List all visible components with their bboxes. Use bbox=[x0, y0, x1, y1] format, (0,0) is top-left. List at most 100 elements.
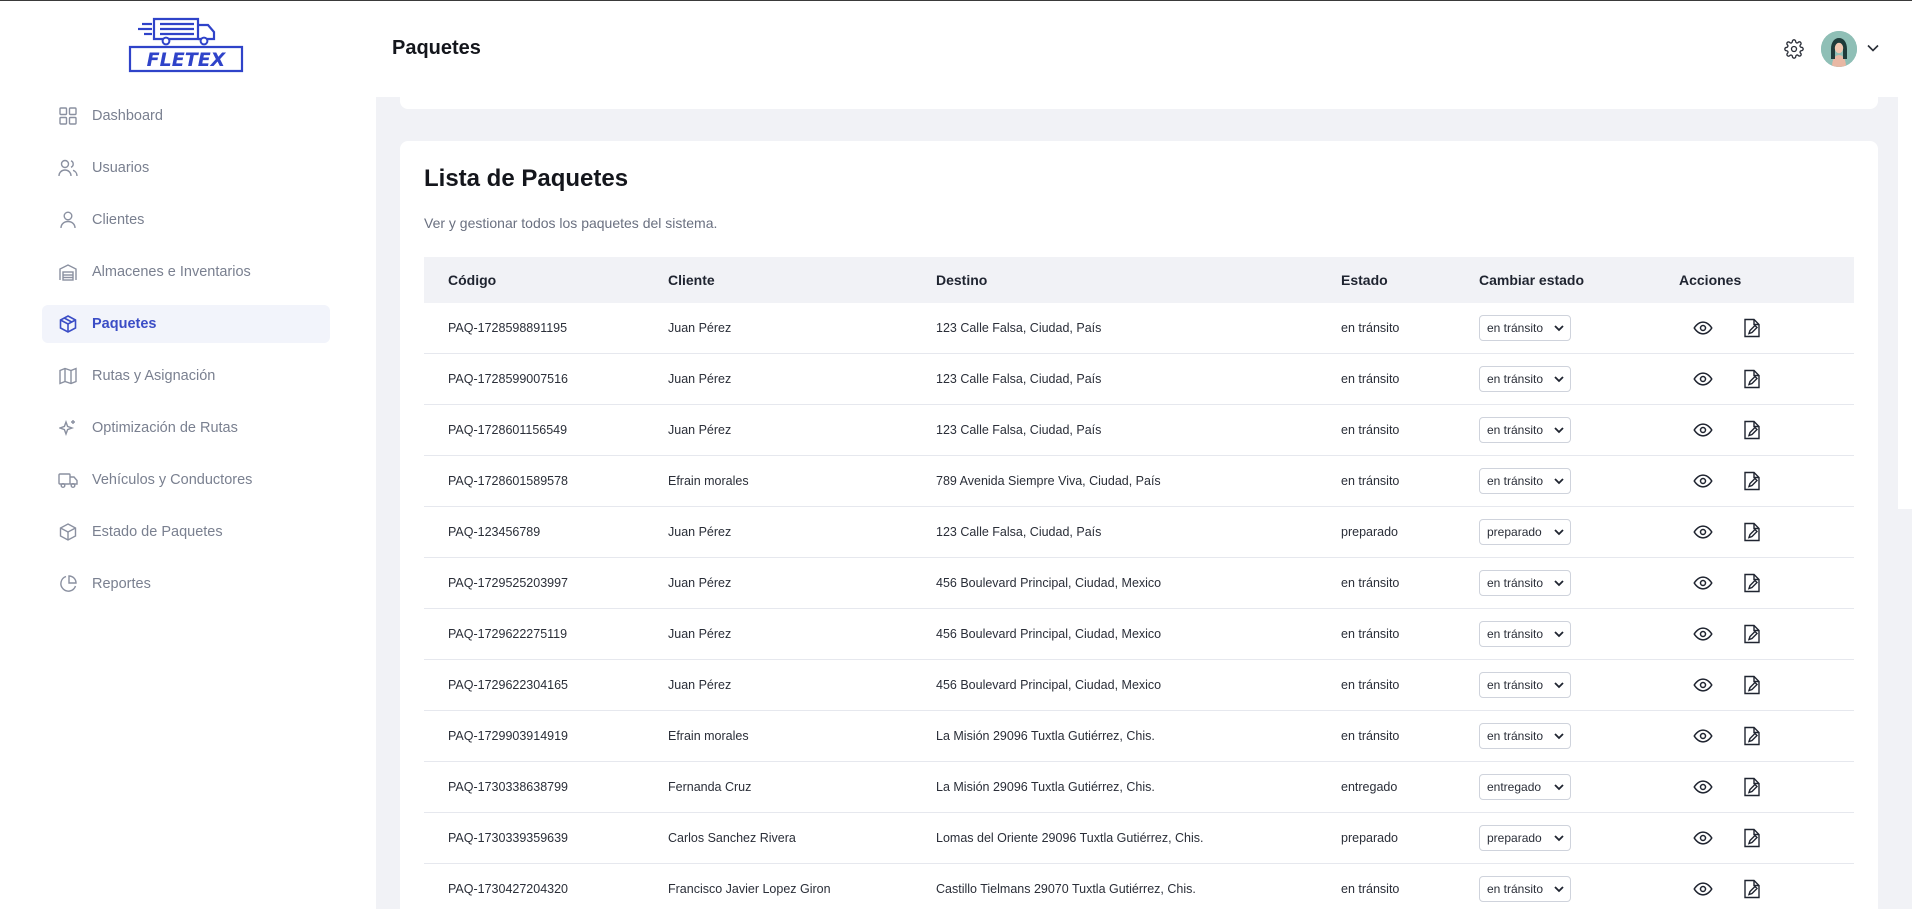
sidebar-item-vehiculos[interactable]: Vehículos y Conductores bbox=[42, 461, 330, 499]
status-select-value: en tránsito bbox=[1487, 474, 1544, 488]
status-select-value: en tránsito bbox=[1487, 372, 1544, 386]
edit-document-icon[interactable] bbox=[1743, 726, 1761, 746]
eye-icon[interactable] bbox=[1693, 471, 1713, 491]
sidebar-item-optimizacion[interactable]: Optimización de Rutas bbox=[42, 409, 330, 447]
sidebar-item-estado-paquetes[interactable]: Estado de Paquetes bbox=[42, 513, 330, 551]
sidebar-item-label: Optimización de Rutas bbox=[92, 420, 238, 436]
table-row: PAQ-1729903914919 Efrain morales La Misión… bbox=[424, 711, 1854, 762]
status-select-value: preparado bbox=[1487, 831, 1542, 845]
cell-cambiar-estado: en tránsito bbox=[1455, 417, 1655, 443]
edit-document-icon[interactable] bbox=[1743, 777, 1761, 797]
cell-cambiar-estado: en tránsito bbox=[1455, 570, 1655, 596]
eye-icon[interactable] bbox=[1693, 573, 1713, 593]
cell-cambiar-estado: en tránsito bbox=[1455, 876, 1655, 902]
cell-cliente: Juan Pérez bbox=[668, 525, 732, 539]
eye-icon[interactable] bbox=[1693, 522, 1713, 542]
select-chevron-icon bbox=[1554, 528, 1564, 536]
select-chevron-icon bbox=[1554, 324, 1564, 332]
cell-destino: Castillo Tielmans 29070 Tuxtla Gutiérrez… bbox=[936, 882, 1196, 896]
cell-destino: 789 Avenida Siempre Viva, Ciudad, País bbox=[936, 474, 1161, 488]
eye-icon[interactable] bbox=[1693, 777, 1713, 797]
cell-estado: en tránsito bbox=[1341, 372, 1400, 386]
eye-icon[interactable] bbox=[1693, 420, 1713, 440]
status-select-value: en tránsito bbox=[1487, 321, 1544, 335]
eye-icon[interactable] bbox=[1693, 318, 1713, 338]
edit-document-icon[interactable] bbox=[1743, 828, 1761, 848]
table-row: PAQ-123456789 Juan Pérez 123 Calle Falsa, … bbox=[424, 507, 1854, 558]
sidebar-item-paquetes[interactable]: Paquetes bbox=[42, 305, 330, 343]
sidebar-item-label: Estado de Paquetes bbox=[92, 524, 223, 540]
avatar[interactable] bbox=[1821, 31, 1857, 67]
sidebar-nav: Dashboard Usuarios Clientes Almacenes e … bbox=[42, 97, 330, 617]
eye-icon[interactable] bbox=[1693, 624, 1713, 644]
cell-cambiar-estado: preparado bbox=[1455, 825, 1655, 851]
table-row: PAQ-1730338638799 Fernanda Cruz La Misión … bbox=[424, 762, 1854, 813]
eye-icon[interactable] bbox=[1693, 675, 1713, 695]
status-select-value: en tránsito bbox=[1487, 678, 1544, 692]
eye-icon[interactable] bbox=[1693, 828, 1713, 848]
cell-estado: en tránsito bbox=[1341, 627, 1400, 641]
status-select[interactable]: en tránsito bbox=[1479, 723, 1571, 749]
cell-estado: en tránsito bbox=[1341, 882, 1400, 896]
cell-estado: en tránsito bbox=[1341, 729, 1400, 743]
sidebar-item-clientes[interactable]: Clientes bbox=[42, 201, 330, 239]
cell-cliente: Juan Pérez bbox=[668, 627, 732, 641]
status-select-value: en tránsito bbox=[1487, 729, 1544, 743]
select-chevron-icon bbox=[1554, 477, 1564, 485]
select-chevron-icon bbox=[1554, 783, 1564, 791]
edit-document-icon[interactable] bbox=[1743, 369, 1761, 389]
status-select[interactable]: preparado bbox=[1479, 825, 1571, 851]
gear-icon[interactable] bbox=[1784, 39, 1804, 59]
cell-acciones bbox=[1655, 828, 1854, 848]
eye-icon[interactable] bbox=[1693, 879, 1713, 899]
eye-icon[interactable] bbox=[1693, 726, 1713, 746]
sidebar-item-almacenes[interactable]: Almacenes e Inventarios bbox=[42, 253, 330, 291]
chevron-down-icon[interactable] bbox=[1866, 41, 1880, 55]
sidebar-item-usuarios[interactable]: Usuarios bbox=[42, 149, 330, 187]
cell-destino: Lomas del Oriente 29096 Tuxtla Gutiérrez… bbox=[936, 831, 1204, 845]
cell-codigo: PAQ-1728599007516 bbox=[448, 372, 569, 386]
cell-cliente: Juan Pérez bbox=[668, 678, 732, 692]
status-select[interactable]: preparado bbox=[1479, 519, 1571, 545]
sidebar-item-rutas[interactable]: Rutas y Asignación bbox=[42, 357, 330, 395]
previous-card-edge bbox=[400, 85, 1878, 109]
fletex-logo[interactable]: FLETEX bbox=[128, 15, 244, 73]
status-select[interactable]: en tránsito bbox=[1479, 672, 1571, 698]
cell-estado: en tránsito bbox=[1341, 321, 1400, 335]
main-area: Paquetes Lista de Paquetes Ver y gestion… bbox=[376, 1, 1912, 909]
select-chevron-icon bbox=[1554, 579, 1564, 587]
select-chevron-icon bbox=[1554, 885, 1564, 893]
cell-acciones bbox=[1655, 420, 1854, 440]
edit-document-icon[interactable] bbox=[1743, 318, 1761, 338]
column-header-cambiar-estado: Cambiar estado bbox=[1479, 272, 1585, 288]
eye-icon[interactable] bbox=[1693, 369, 1713, 389]
edit-document-icon[interactable] bbox=[1743, 522, 1761, 542]
status-select[interactable]: en tránsito bbox=[1479, 468, 1571, 494]
status-select[interactable]: en tránsito bbox=[1479, 315, 1571, 341]
edit-document-icon[interactable] bbox=[1743, 879, 1761, 899]
edit-document-icon[interactable] bbox=[1743, 420, 1761, 440]
packages-table: Código Cliente Destino Estado Cambiar es… bbox=[424, 257, 1854, 909]
cell-codigo: PAQ-1730427204320 bbox=[448, 882, 569, 896]
sidebar-item-dashboard[interactable]: Dashboard bbox=[42, 97, 330, 135]
edit-document-icon[interactable] bbox=[1743, 573, 1761, 593]
status-select[interactable]: en tránsito bbox=[1479, 621, 1571, 647]
cell-acciones bbox=[1655, 471, 1854, 491]
status-select-value: en tránsito bbox=[1487, 627, 1544, 641]
edit-document-icon[interactable] bbox=[1743, 624, 1761, 644]
cell-codigo: PAQ-1730339359639 bbox=[448, 831, 569, 845]
edit-document-icon[interactable] bbox=[1743, 675, 1761, 695]
cell-acciones bbox=[1655, 624, 1854, 644]
status-select[interactable]: en tránsito bbox=[1479, 570, 1571, 596]
sparkles-icon bbox=[58, 418, 78, 438]
status-select[interactable]: en tránsito bbox=[1479, 876, 1571, 902]
status-select[interactable]: entregado bbox=[1479, 774, 1571, 800]
packages-card: Lista de Paquetes Ver y gestionar todos … bbox=[400, 141, 1878, 909]
sidebar-item-reportes[interactable]: Reportes bbox=[42, 565, 330, 603]
cell-estado: en tránsito bbox=[1341, 474, 1400, 488]
edit-document-icon[interactable] bbox=[1743, 471, 1761, 491]
sidebar-item-label: Vehículos y Conductores bbox=[92, 472, 253, 488]
status-select[interactable]: en tránsito bbox=[1479, 366, 1571, 392]
cell-codigo: PAQ-1728601156549 bbox=[448, 423, 568, 437]
status-select[interactable]: en tránsito bbox=[1479, 417, 1571, 443]
